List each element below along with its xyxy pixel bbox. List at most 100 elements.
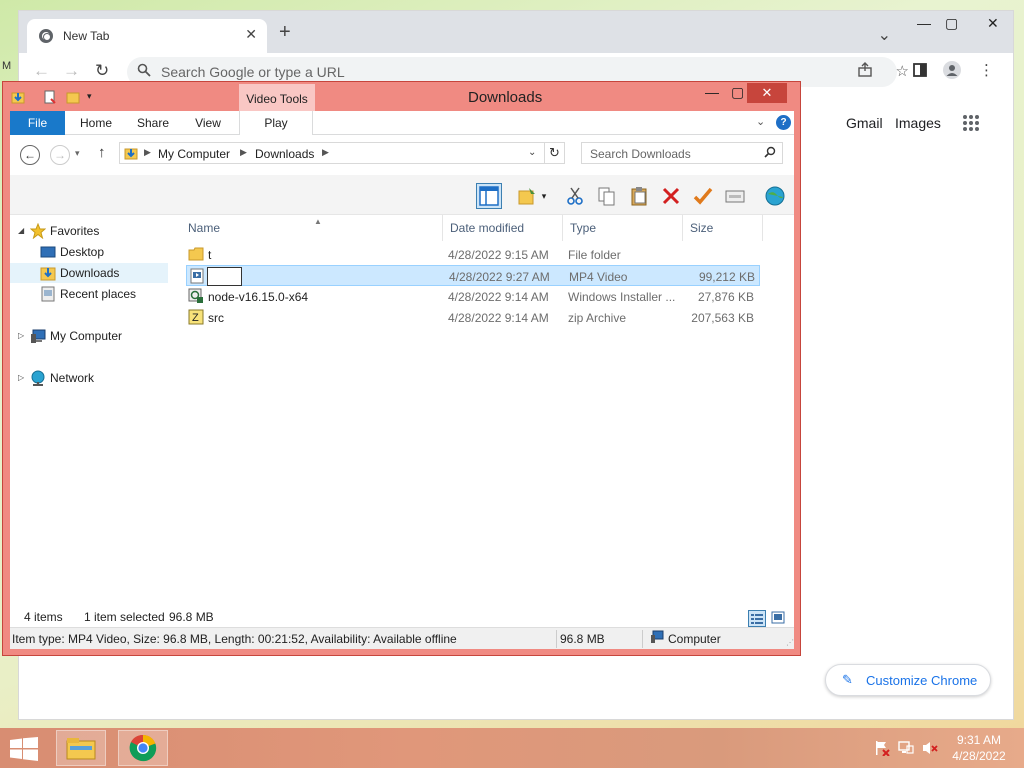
taskbar-clock[interactable]: 9:31 AM 4/28/2022 bbox=[944, 732, 1014, 764]
video-tools-context-tab: Video Tools bbox=[239, 84, 315, 112]
chrome-maximize-button[interactable]: ▢ bbox=[945, 15, 958, 32]
breadcrumb-separator-icon[interactable]: ▶ bbox=[322, 147, 329, 158]
nav-my-computer[interactable]: ▷ My Computer bbox=[10, 326, 176, 346]
file-row-node-installer[interactable]: node-v16.15.0-x64 4/28/2022 9:14 AM Wind… bbox=[186, 286, 760, 307]
column-separator[interactable] bbox=[442, 215, 443, 241]
breadcrumb-separator-icon[interactable]: ▶ bbox=[240, 147, 247, 158]
status-bar: 4 items 1 item selected 96.8 MB bbox=[10, 607, 794, 627]
back-button[interactable]: ← bbox=[20, 145, 40, 165]
ribbon-tab-share[interactable]: Share bbox=[128, 111, 178, 135]
nav-favorites-label: Favorites bbox=[50, 224, 100, 238]
profile-avatar-icon[interactable] bbox=[943, 61, 961, 83]
resize-grip-icon[interactable]: ⋰ bbox=[786, 638, 794, 647]
file-type: Windows Installer ... bbox=[568, 290, 676, 304]
ribbon-tab-file[interactable]: File bbox=[10, 111, 65, 135]
tray-volume-muted-icon[interactable] bbox=[922, 740, 938, 756]
taskbar-file-explorer-button[interactable] bbox=[56, 730, 106, 766]
images-link[interactable]: Images bbox=[895, 115, 941, 131]
file-date: 4/28/2022 9:14 AM bbox=[448, 290, 549, 304]
nav-favorites[interactable]: ◢ Favorites bbox=[10, 221, 176, 241]
tray-flag-icon[interactable] bbox=[874, 740, 890, 757]
folder-options-icon[interactable] bbox=[514, 183, 540, 209]
side-panel-icon[interactable] bbox=[913, 63, 927, 81]
column-separator[interactable] bbox=[562, 215, 563, 241]
nav-desktop[interactable]: Desktop bbox=[10, 242, 176, 262]
chrome-minimize-button[interactable]: — bbox=[917, 15, 931, 31]
explorer-close-button[interactable]: ✕ bbox=[747, 83, 787, 103]
expand-arrow-icon[interactable]: ◢ bbox=[18, 226, 24, 235]
rename-input[interactable] bbox=[207, 267, 242, 286]
paste-icon[interactable] bbox=[626, 183, 652, 209]
cut-icon[interactable] bbox=[562, 183, 588, 209]
chrome-reload-icon[interactable]: ↻ bbox=[95, 61, 109, 81]
file-row-mp4-selected[interactable]: 4/28/2022 9:27 AM MP4 Video 99,212 KB bbox=[186, 265, 760, 286]
column-header-size[interactable]: Size bbox=[690, 215, 713, 241]
network-globe-icon[interactable] bbox=[762, 183, 788, 209]
up-arrow-icon[interactable]: ↑ bbox=[98, 144, 106, 161]
nav-downloads[interactable]: Downloads bbox=[10, 263, 168, 283]
column-separator[interactable] bbox=[762, 215, 763, 241]
chrome-menu-icon[interactable]: ⋮ bbox=[979, 61, 994, 79]
folder-options-dropdown-icon[interactable]: ▾ bbox=[538, 183, 550, 209]
column-separator[interactable] bbox=[682, 215, 683, 241]
tab-search-chevron-icon[interactable]: ⌄ bbox=[878, 25, 891, 45]
column-header-date[interactable]: Date modified bbox=[450, 215, 524, 241]
address-dropdown-icon[interactable]: ⌄ bbox=[528, 147, 536, 158]
breadcrumb-my-computer[interactable]: My Computer bbox=[158, 147, 230, 161]
details-bar: Item type: MP4 Video, Size: 96.8 MB, Len… bbox=[10, 627, 794, 649]
forward-button[interactable]: → bbox=[50, 145, 70, 165]
preview-pane-icon[interactable] bbox=[476, 183, 502, 209]
expand-arrow-icon[interactable]: ▷ bbox=[18, 373, 24, 382]
share-icon[interactable] bbox=[857, 62, 873, 81]
file-row-src-zip[interactable]: Z src 4/28/2022 9:14 AM zip Archive 207,… bbox=[186, 307, 760, 328]
qat-downloads-folder-icon bbox=[11, 90, 25, 104]
file-date: 4/28/2022 9:27 AM bbox=[449, 270, 550, 284]
explorer-minimize-button[interactable]: — bbox=[705, 84, 719, 100]
details-view-button[interactable] bbox=[748, 610, 766, 627]
help-icon[interactable]: ? bbox=[776, 115, 791, 130]
ribbon-tab-play[interactable]: Play bbox=[239, 111, 313, 135]
column-header-type[interactable]: Type bbox=[570, 215, 596, 241]
breadcrumb-separator-icon[interactable]: ▶ bbox=[144, 147, 151, 158]
copy-icon[interactable] bbox=[594, 183, 620, 209]
taskbar-chrome-button[interactable] bbox=[118, 730, 168, 766]
large-icons-view-button[interactable] bbox=[770, 610, 788, 627]
bookmark-star-icon[interactable]: ☆ bbox=[896, 62, 909, 80]
nav-recent-places[interactable]: Recent places bbox=[10, 284, 176, 304]
file-row-folder-t[interactable]: t 4/28/2022 9:15 AM File folder bbox=[186, 244, 760, 265]
ribbon-tab-home[interactable]: Home bbox=[70, 111, 122, 135]
explorer-maximize-button[interactable]: ▢ bbox=[731, 84, 744, 101]
address-bar[interactable]: ▶ My Computer ▶ Downloads ▶ ⌄ ↻ bbox=[119, 142, 565, 164]
rename-checkmark-icon[interactable] bbox=[690, 183, 716, 209]
expand-arrow-icon[interactable]: ▷ bbox=[18, 331, 24, 340]
start-windows-icon[interactable] bbox=[10, 737, 38, 761]
gmail-link[interactable]: Gmail bbox=[846, 115, 883, 131]
folder-icon bbox=[188, 246, 204, 262]
google-apps-icon[interactable] bbox=[963, 115, 979, 131]
ribbon-expand-chevron-icon[interactable]: ⌄ bbox=[756, 115, 765, 128]
nav-desktop-label: Desktop bbox=[60, 245, 105, 259]
column-header-name[interactable]: Name bbox=[188, 215, 220, 241]
qat-properties-icon[interactable] bbox=[43, 90, 57, 104]
network-icon bbox=[30, 370, 46, 386]
status-selected-size: 96.8 MB bbox=[169, 610, 214, 624]
recent-locations-icon[interactable]: ▾ bbox=[75, 148, 80, 159]
tray-network-icon[interactable] bbox=[898, 740, 914, 756]
delete-icon[interactable] bbox=[658, 183, 684, 209]
ribbon-tab-view[interactable]: View bbox=[184, 111, 232, 135]
customize-chrome-button[interactable]: ✎ Customize Chrome bbox=[825, 664, 991, 696]
search-downloads-input[interactable]: Search Downloads bbox=[581, 142, 783, 164]
chrome-tab-close-icon[interactable]: ✕ bbox=[245, 26, 257, 43]
qat-customize-dropdown-icon[interactable]: ▾ bbox=[87, 91, 101, 105]
breadcrumb-downloads[interactable]: Downloads bbox=[255, 147, 314, 161]
chrome-close-button[interactable]: ✕ bbox=[987, 15, 999, 32]
qat-new-folder-icon[interactable] bbox=[66, 90, 80, 104]
refresh-icon[interactable]: ↻ bbox=[544, 143, 564, 163]
chrome-back-icon[interactable]: ← bbox=[33, 61, 50, 81]
chrome-tab-new-tab[interactable]: New Tab ✕ bbox=[27, 19, 267, 53]
file-size: 27,876 KB bbox=[697, 290, 754, 304]
chrome-forward-icon[interactable]: → bbox=[63, 61, 80, 81]
nav-network[interactable]: ▷ Network bbox=[10, 368, 176, 388]
properties-icon[interactable] bbox=[722, 183, 748, 209]
new-tab-button[interactable]: + bbox=[279, 22, 291, 42]
